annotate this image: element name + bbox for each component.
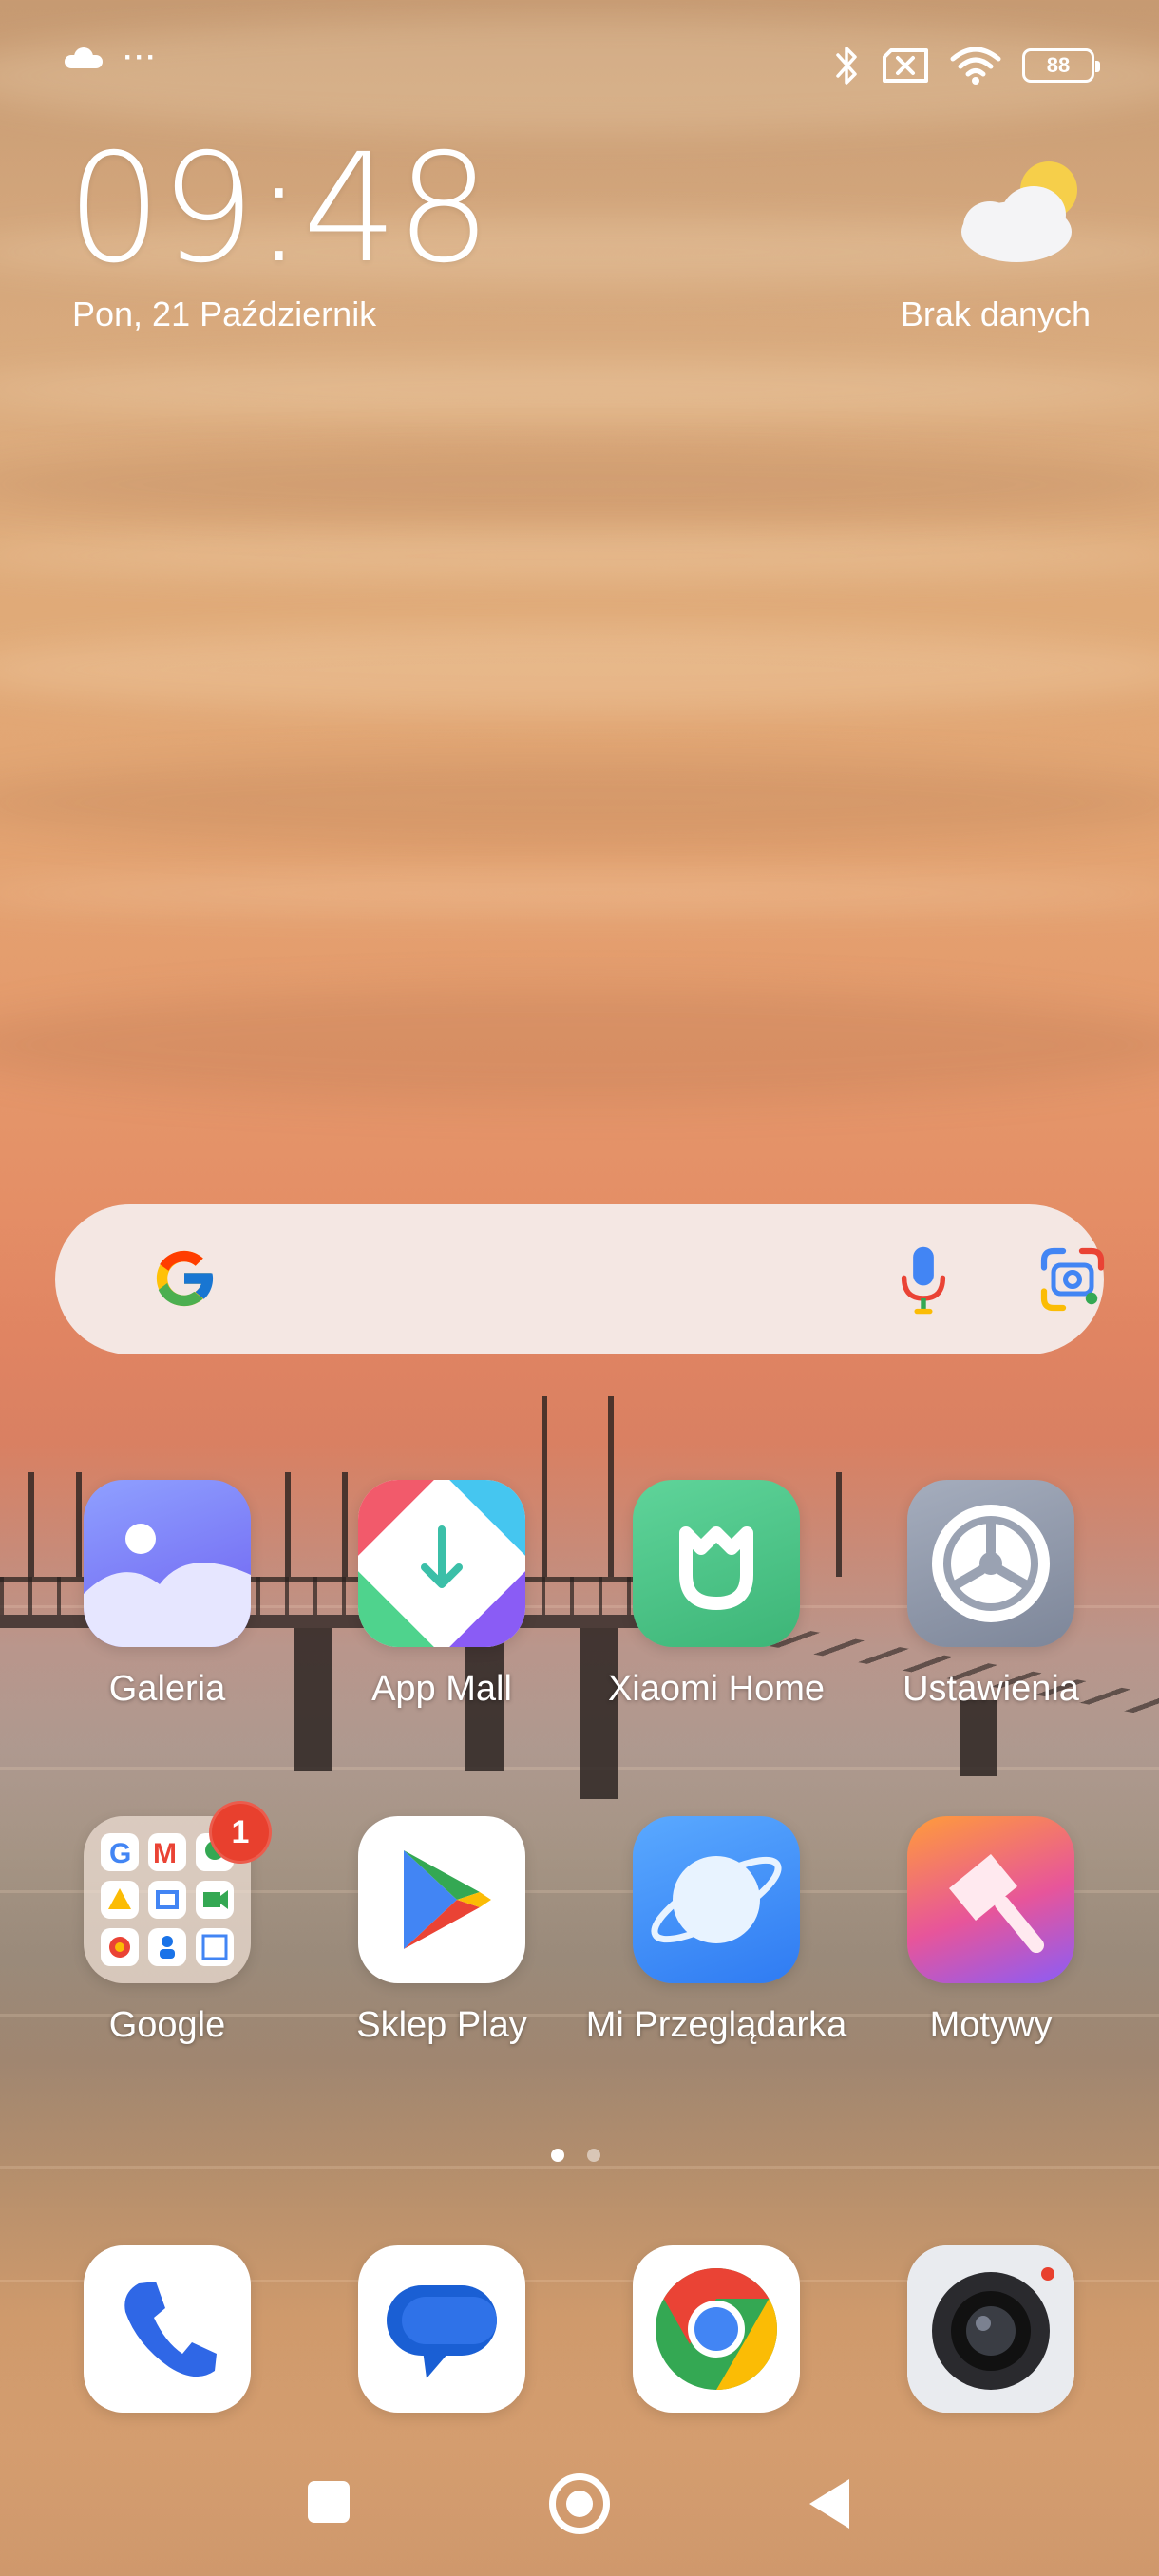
page-dot-active	[551, 2149, 564, 2162]
search-input[interactable]	[217, 1242, 834, 1316]
cloud-icon	[65, 47, 103, 68]
page-indicator[interactable]	[551, 2149, 600, 2162]
home-button[interactable]	[549, 2473, 610, 2534]
google-search-bar[interactable]	[55, 1204, 1106, 1354]
app-label: Galeria	[108, 1669, 226, 1709]
app-label: Mi Przeglądarka	[585, 2005, 847, 2045]
clock-time[interactable]: 09:48	[66, 128, 491, 290]
app-label: App Mall	[371, 1669, 512, 1709]
svg-text:M: M	[153, 1838, 177, 1869]
settings-icon	[907, 1480, 1074, 1647]
google-logo	[156, 1250, 215, 1307]
themes-icon	[907, 1816, 1074, 1983]
partly-cloudy-icon[interactable]	[956, 158, 1089, 272]
mi-browser-icon	[633, 1816, 800, 1983]
app-label: Motywy	[929, 2005, 1053, 2045]
svg-text:G: G	[109, 1838, 131, 1869]
status-bar: ··· 88	[0, 38, 1159, 95]
weather-status[interactable]: Brak danych	[901, 294, 1091, 334]
no-sim-icon	[883, 48, 928, 83]
app-label: Sklep Play	[356, 2005, 527, 2045]
recents-button[interactable]	[308, 2481, 350, 2523]
back-button[interactable]	[809, 2479, 849, 2529]
app-label: Xiaomi Home	[607, 1669, 826, 1709]
app-mall-icon	[358, 1480, 525, 1647]
app-xiaomi-home[interactable]: Xiaomi Home	[583, 1480, 849, 1712]
xiaomi-home-icon	[633, 1480, 800, 1647]
app-label: Ustawienia	[902, 1669, 1079, 1709]
wifi-icon	[950, 47, 1001, 85]
camera-icon[interactable]	[907, 2245, 1074, 2413]
microphone-icon[interactable]	[897, 1244, 950, 1316]
app-mi-przegladarka[interactable]: Mi Przeglądarka	[583, 1816, 849, 2048]
app-app-mall[interactable]: App Mall	[309, 1480, 575, 1712]
play-store-icon	[358, 1816, 525, 1983]
messages-icon[interactable]	[358, 2245, 525, 2413]
chrome-icon[interactable]	[633, 2245, 800, 2413]
bluetooth-icon	[836, 47, 857, 85]
app-label: Google	[108, 2005, 226, 2045]
app-sklep-play[interactable]: Sklep Play	[309, 1816, 575, 2048]
battery-indicator: 88	[1022, 48, 1100, 83]
notification-badge: 1	[209, 1801, 272, 1864]
battery-level: 88	[1046, 53, 1071, 77]
google-lens-icon[interactable]	[1039, 1246, 1106, 1313]
navigation-bar	[0, 2470, 1159, 2536]
app-ustawienia[interactable]: Ustawienia	[858, 1480, 1124, 1712]
phone-icon[interactable]	[84, 2245, 251, 2413]
app-galeria[interactable]: Galeria	[34, 1480, 300, 1712]
app-motywy[interactable]: Motywy	[858, 1816, 1124, 2048]
clock-date[interactable]: Pon, 21 Październik	[72, 294, 376, 334]
gallery-icon	[84, 1480, 251, 1647]
folder-google[interactable]: G M 1 Google	[34, 1801, 300, 2048]
more-notifications-indicator: ···	[124, 42, 158, 73]
page-dot	[587, 2149, 600, 2162]
